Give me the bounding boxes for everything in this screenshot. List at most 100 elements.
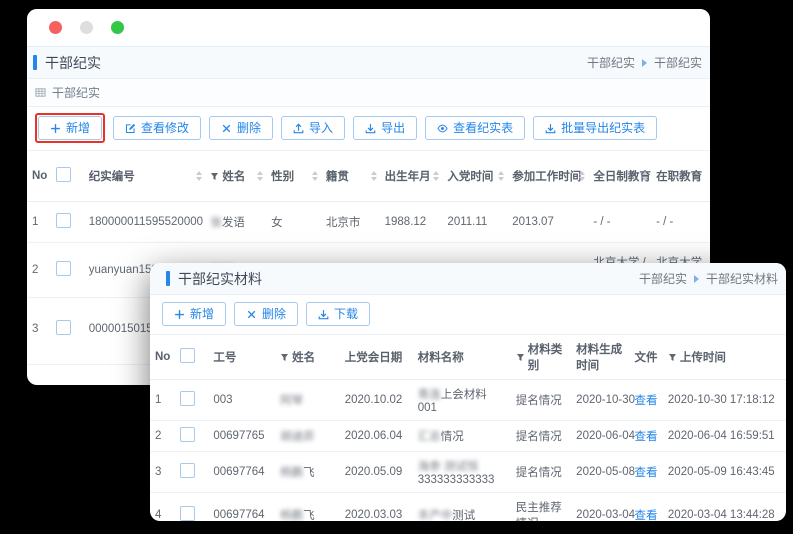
edit-icon bbox=[125, 123, 136, 134]
column-header-checkbox[interactable] bbox=[51, 151, 83, 202]
cell-work_date: 2013.07 bbox=[507, 202, 588, 243]
close-icon bbox=[246, 309, 257, 320]
cell-no: 2 bbox=[150, 421, 175, 452]
cell-party_date: 2011.11 bbox=[442, 202, 507, 243]
breadcrumb: 干部纪实 干部纪实材料 bbox=[639, 270, 778, 287]
row-checkbox[interactable] bbox=[180, 463, 195, 478]
cell-gen_date: 2020-03-04 bbox=[571, 493, 629, 522]
column-header-work_date[interactable]: 参加工作时间 bbox=[507, 151, 588, 202]
filter-icon bbox=[516, 353, 525, 362]
cell-checkbox bbox=[51, 298, 83, 365]
download-button[interactable]: 下载 bbox=[306, 302, 370, 326]
filter-icon bbox=[210, 172, 219, 181]
column-header-name[interactable]: 姓名 bbox=[275, 335, 340, 380]
delete-button[interactable]: 删除 bbox=[209, 116, 273, 140]
redacted-text: 阿琴 bbox=[280, 395, 303, 407]
cell-no: 1 bbox=[27, 202, 51, 243]
filter-icon bbox=[280, 353, 289, 362]
column-header-file: 文件 bbox=[630, 335, 663, 380]
column-header-fulltime_edu[interactable]: 全日制教育 bbox=[588, 151, 651, 202]
cell-no: 3 bbox=[27, 298, 51, 365]
column-header-emp_id: 工号 bbox=[208, 335, 275, 380]
download-icon bbox=[318, 309, 329, 320]
redacted-text: 汇总 bbox=[418, 431, 441, 443]
materials-table: No工号姓名上党会日期材料名称材料类别材料生成时间文件上传时间1003阿琴202… bbox=[150, 334, 786, 521]
eye-icon bbox=[437, 123, 448, 134]
view-file-link[interactable]: 查看 bbox=[635, 395, 658, 407]
import-button[interactable]: 导入 bbox=[281, 116, 345, 140]
breadcrumb-item[interactable]: 干部纪实 bbox=[587, 54, 635, 71]
toolbar: 新增 查看修改 删除 导入导出查看纪实表批量导出纪实表 bbox=[27, 107, 710, 150]
cell-material_name: 丰产中测试 bbox=[413, 493, 511, 522]
sort-icon[interactable] bbox=[371, 171, 377, 181]
column-header-birth_date[interactable]: 出生年月 bbox=[380, 151, 443, 202]
row-checkbox[interactable] bbox=[56, 261, 71, 276]
sort-icon[interactable] bbox=[312, 171, 318, 181]
window-titlebar bbox=[27, 9, 710, 47]
cell-fulltime_edu: - / - bbox=[588, 202, 651, 243]
column-header-record_id[interactable]: 纪实编号 bbox=[84, 151, 206, 202]
close-button[interactable] bbox=[49, 21, 62, 34]
cell-upload_time: 2020-05-09 16:43:45 bbox=[663, 452, 786, 493]
sort-icon[interactable] bbox=[433, 171, 439, 181]
page-title: 干部纪实 bbox=[33, 53, 101, 73]
row-checkbox[interactable] bbox=[180, 391, 195, 406]
delete-button[interactable]: 删除 bbox=[234, 302, 298, 326]
cell-meeting_date: 2020.06.04 bbox=[340, 421, 413, 452]
cell-gender: 女 bbox=[266, 202, 321, 243]
column-header-no: No bbox=[150, 335, 175, 380]
cell-birth_date: 1988.12 bbox=[380, 202, 443, 243]
row-checkbox[interactable] bbox=[56, 213, 71, 228]
toolbar: 新增删除 下载 bbox=[150, 295, 786, 334]
maximize-button[interactable] bbox=[111, 21, 124, 34]
column-header-native_place[interactable]: 籍贯 bbox=[321, 151, 380, 202]
breadcrumb-item-current: 干部纪实 bbox=[654, 54, 702, 71]
view-file-link[interactable]: 查看 bbox=[635, 510, 658, 521]
column-label: 出生年月 bbox=[385, 168, 431, 184]
column-header-material_type[interactable]: 材料类别 bbox=[511, 335, 571, 380]
title-accent-bar bbox=[33, 55, 37, 70]
table-row: 1180000011595520000张发语女北京市1988.122011.11… bbox=[27, 202, 710, 243]
sort-icon[interactable] bbox=[196, 171, 202, 181]
view-file-link[interactable]: 查看 bbox=[635, 467, 658, 479]
column-label: 姓名 bbox=[210, 168, 245, 184]
row-checkbox[interactable] bbox=[56, 320, 71, 335]
cell-checkbox bbox=[175, 380, 208, 421]
export-button[interactable]: 导出 bbox=[353, 116, 417, 140]
breadcrumb-item[interactable]: 干部纪实 bbox=[639, 270, 687, 287]
column-label: 入党时间 bbox=[447, 168, 493, 184]
section-bar: 干部纪实 bbox=[27, 79, 710, 107]
cell-no: 2 bbox=[27, 243, 51, 298]
add-button[interactable]: 新增 bbox=[162, 302, 226, 326]
row-checkbox[interactable] bbox=[180, 427, 195, 442]
sort-icon[interactable] bbox=[642, 171, 648, 181]
button-label: 删除 bbox=[237, 122, 261, 134]
minimize-button[interactable] bbox=[80, 21, 93, 34]
button-label: 下载 bbox=[334, 308, 358, 320]
view-record-table-button[interactable]: 查看纪实表 bbox=[425, 116, 525, 140]
column-header-onjob_edu: 在职教育 bbox=[651, 151, 710, 202]
row-checkbox[interactable] bbox=[180, 506, 195, 521]
sort-icon[interactable] bbox=[498, 171, 504, 181]
cell-name: 杨鹏飞 bbox=[275, 452, 340, 493]
button-label: 查看修改 bbox=[141, 122, 189, 134]
cell-text: 发语 bbox=[222, 217, 245, 229]
cell-file: 查看 bbox=[630, 421, 663, 452]
column-header-checkbox[interactable] bbox=[175, 335, 208, 380]
filter-icon bbox=[668, 353, 677, 362]
column-header-name[interactable]: 姓名 bbox=[205, 151, 266, 202]
select-all-checkbox[interactable] bbox=[180, 348, 195, 363]
view-file-link[interactable]: 查看 bbox=[635, 431, 658, 443]
cell-gen_date: 2020-06-04 bbox=[571, 421, 629, 452]
sort-icon[interactable] bbox=[257, 171, 263, 181]
column-header-upload_time[interactable]: 上传时间 bbox=[663, 335, 786, 380]
view-edit-button[interactable]: 查看修改 bbox=[113, 116, 201, 140]
batch-export-record-table-button[interactable]: 批量导出纪实表 bbox=[533, 116, 657, 140]
add-button[interactable]: 新增 bbox=[38, 116, 102, 140]
select-all-checkbox[interactable] bbox=[56, 167, 71, 182]
redacted-text: 杨鹏 bbox=[280, 510, 303, 521]
close-icon bbox=[221, 123, 232, 134]
column-header-party_date[interactable]: 入党时间 bbox=[442, 151, 507, 202]
sort-icon[interactable] bbox=[579, 171, 585, 181]
column-header-gender[interactable]: 性别 bbox=[266, 151, 321, 202]
